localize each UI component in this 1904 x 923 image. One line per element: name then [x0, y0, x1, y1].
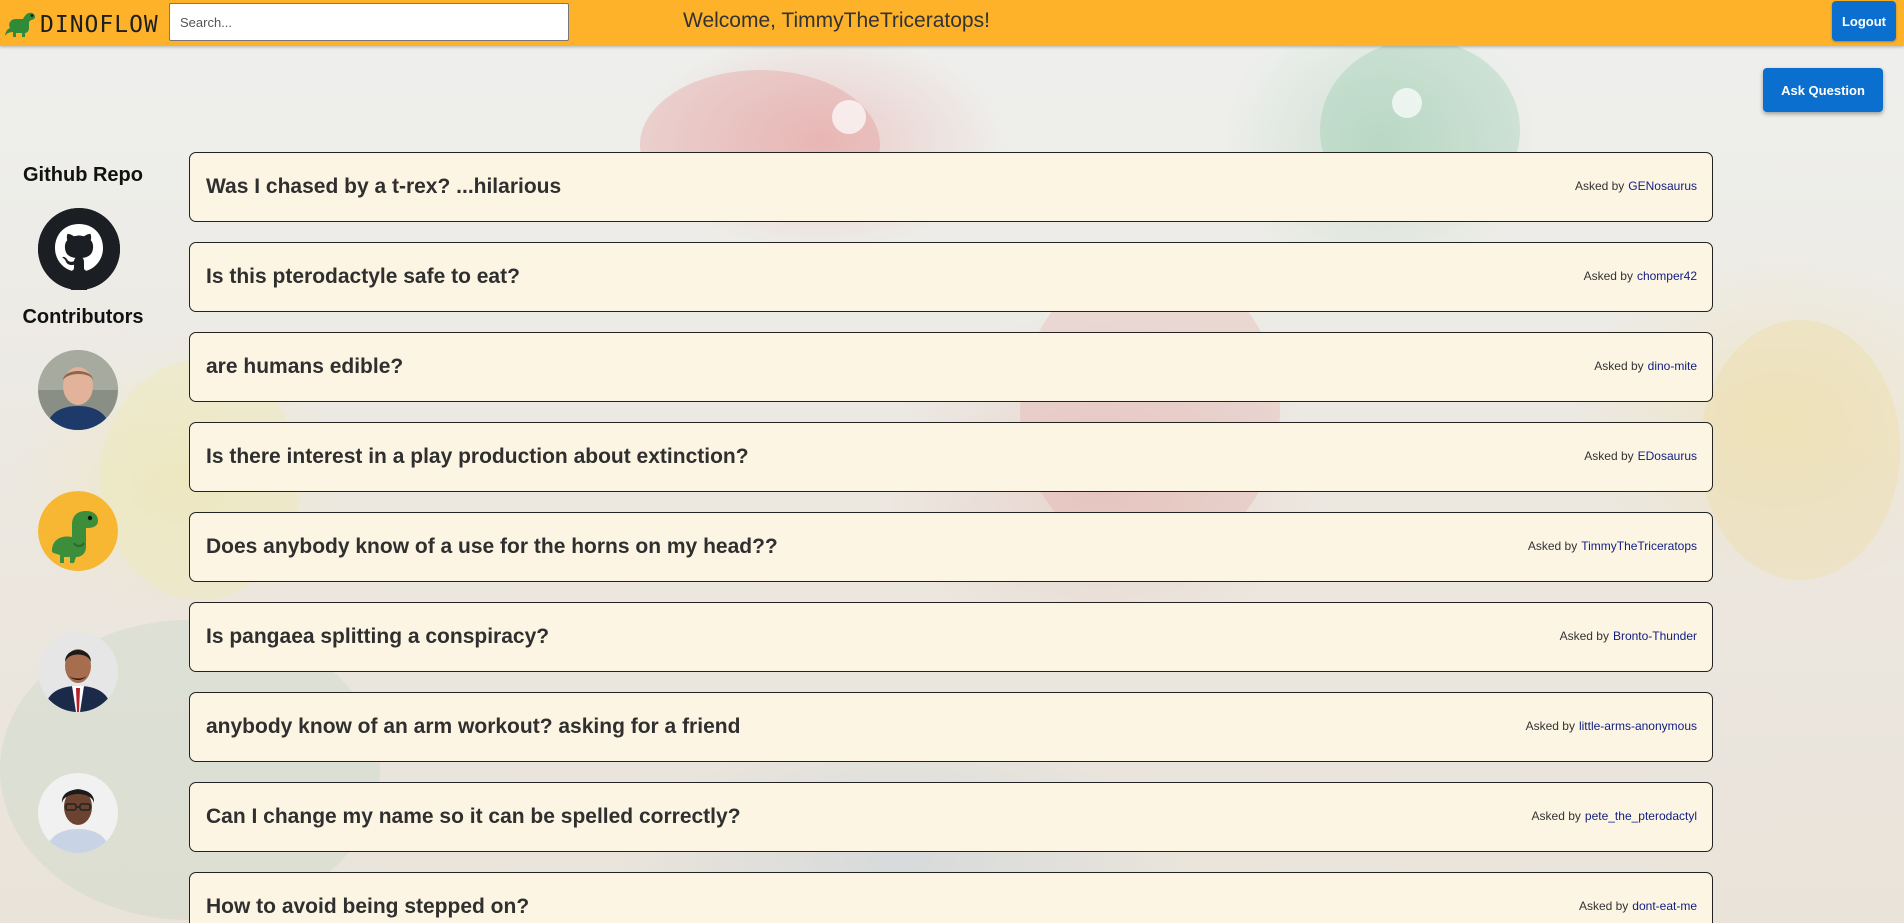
question-title[interactable]: are humans edible?	[206, 333, 403, 400]
welcome-message: Welcome, TimmyTheTriceratops!	[683, 9, 990, 32]
author-link[interactable]: TimmyTheTriceratops	[1581, 539, 1697, 553]
author-link[interactable]: dont-eat-me	[1632, 899, 1697, 913]
question-title[interactable]: Was I chased by a t-rex? ...hilarious	[206, 153, 561, 220]
author-link[interactable]: Bronto-Thunder	[1613, 629, 1697, 643]
asked-by-label: Asked by	[1525, 719, 1575, 733]
question-author: Asked by chomper42	[1584, 243, 1697, 310]
question-author: Asked by dino-mite	[1594, 333, 1697, 400]
asked-by-label: Asked by	[1559, 629, 1609, 643]
author-link[interactable]: GENosaurus	[1628, 179, 1697, 193]
question-card[interactable]: How to avoid being stepped on? Asked by d…	[189, 872, 1713, 923]
author-link[interactable]: chomper42	[1637, 269, 1697, 283]
asked-by-label: Asked by	[1578, 899, 1629, 913]
question-card[interactable]: Is this pterodactyle safe to eat? Asked …	[189, 242, 1713, 312]
asked-by-label: Asked by	[1584, 449, 1634, 463]
question-card[interactable]: anybody know of an arm workout? asking f…	[189, 692, 1713, 762]
question-author: Asked by pete_the_pterodactyl	[1532, 783, 1697, 850]
question-author: Asked by EDosaurus	[1584, 423, 1697, 490]
question-title[interactable]: Is this pterodactyle safe to eat?	[206, 243, 520, 310]
asked-by-label: Asked by	[1594, 359, 1644, 373]
contributor-avatar[interactable]	[38, 773, 118, 853]
question-title[interactable]: How to avoid being stepped on?	[206, 873, 529, 923]
author-link[interactable]: dino-mite	[1648, 359, 1697, 373]
question-card[interactable]: Was I chased by a t-rex? ...hilarious As…	[189, 152, 1713, 222]
asked-by-label: Asked by	[1583, 269, 1633, 283]
contributor-avatar[interactable]	[38, 632, 118, 712]
logo-text: DINOFLOW	[40, 12, 159, 38]
contributor-avatar[interactable]	[38, 350, 118, 430]
contributors-heading: Contributors	[22, 306, 144, 328]
logout-button[interactable]: Logout	[1832, 1, 1896, 41]
author-link[interactable]: pete_the_pterodactyl	[1585, 809, 1697, 823]
question-card[interactable]: Is pangaea splitting a conspiracy? Asked…	[189, 602, 1713, 672]
github-icon[interactable]	[38, 208, 120, 290]
author-link[interactable]: little-arms-anonymous	[1579, 719, 1697, 733]
top-nav-bar: DINOFLOW Welcome, TimmyTheTriceratops! L…	[0, 0, 1904, 46]
github-repo-heading: Github Repo	[23, 164, 143, 186]
question-title[interactable]: Is pangaea splitting a conspiracy?	[206, 603, 549, 670]
question-title[interactable]: anybody know of an arm workout? asking f…	[206, 693, 740, 760]
author-link[interactable]: EDosaurus	[1638, 449, 1697, 463]
question-author: Asked by little-arms-anonymous	[1526, 693, 1697, 760]
asked-by-label: Asked by	[1527, 539, 1578, 553]
dinosaur-icon	[5, 12, 36, 37]
question-card[interactable]: are humans edible? Asked by dino-mite	[189, 332, 1713, 402]
search-input[interactable]	[169, 3, 569, 41]
asked-by-label: Asked by	[1531, 809, 1581, 823]
question-author: Asked by GENosaurus	[1575, 153, 1697, 220]
logo[interactable]: DINOFLOW	[4, 6, 159, 40]
question-title[interactable]: Is there interest in a play production a…	[206, 423, 749, 490]
question-card[interactable]: Can I change my name so it can be spelle…	[189, 782, 1713, 852]
question-card[interactable]: Does anybody know of a use for the horns…	[189, 512, 1713, 582]
question-author: Asked by TimmyTheTriceratops	[1528, 513, 1697, 580]
question-title[interactable]: Does anybody know of a use for the horns…	[206, 513, 778, 580]
contributor-avatar[interactable]	[38, 491, 118, 571]
question-author: Asked by dont-eat-me	[1579, 873, 1697, 923]
question-title[interactable]: Can I change my name so it can be spelle…	[206, 783, 741, 850]
question-author: Asked by Bronto-Thunder	[1560, 603, 1697, 670]
question-card[interactable]: Is there interest in a play production a…	[189, 422, 1713, 492]
asked-by-label: Asked by	[1574, 179, 1625, 193]
ask-question-button[interactable]: Ask Question	[1763, 68, 1883, 112]
